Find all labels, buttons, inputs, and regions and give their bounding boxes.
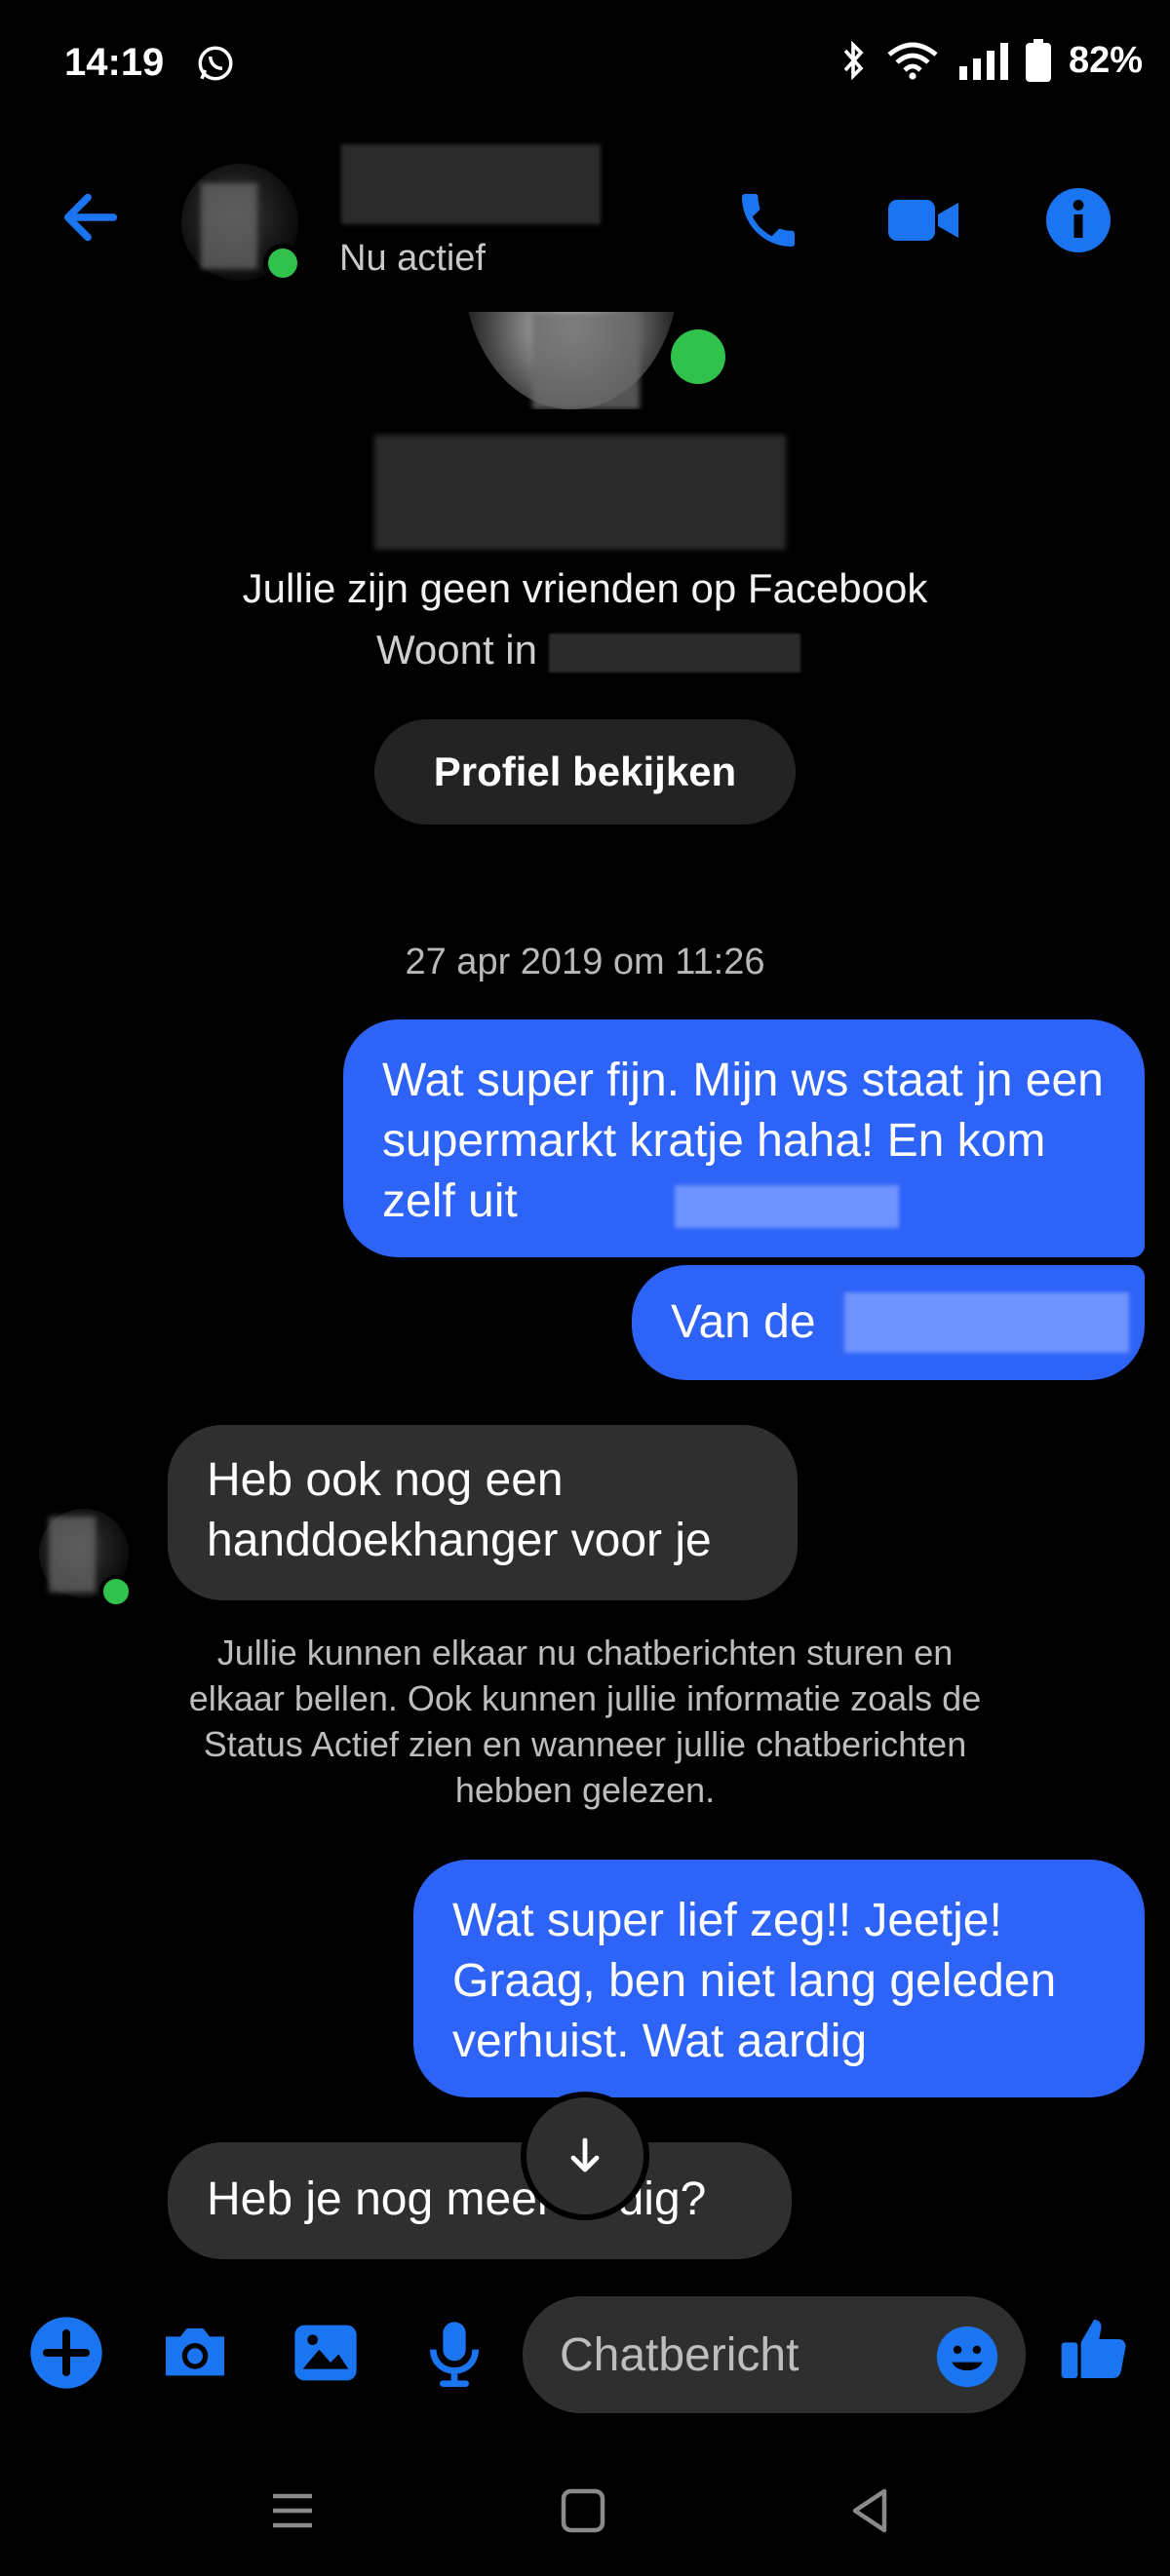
contact-avatar[interactable] [181,164,302,283]
home-icon[interactable] [554,2481,612,2540]
online-indicator-large [671,329,725,384]
message-bubble-received[interactable]: Heb je nog meer nodig? [168,2142,792,2259]
profile-name-redacted [374,435,786,550]
redacted-text [844,1292,1129,1353]
message-bubble-received[interactable]: Heb ook nog een handdoekhanger voor je [168,1425,798,1600]
thumbs-up-icon[interactable] [1055,2310,1133,2388]
phone-icon[interactable] [733,185,803,255]
lives-in-label: Woont in [376,627,537,673]
whatsapp-icon [198,46,233,81]
message-input-placeholder: Chatbericht [560,2328,800,2381]
lives-in: Woont in [376,627,800,673]
camera-icon[interactable] [156,2314,234,2392]
gallery-icon[interactable] [287,2314,365,2392]
plus-icon[interactable] [27,2314,105,2392]
arrow-down-icon [570,2137,600,2172]
info-icon[interactable] [1043,185,1113,255]
message-bubble-sent[interactable]: Wat super lief zeg!! Jeetje! Graag, ben … [413,1860,1145,2097]
online-indicator-small [99,1575,133,1608]
view-profile-button[interactable]: Profiel bekijken [374,719,796,825]
back-nav-icon[interactable] [840,2481,899,2540]
wifi-icon [887,42,938,80]
signal-icon [958,43,1008,80]
system-notice: Jullie kunnen elkaar nu chatberichten st… [188,1633,982,1810]
emoji-icon[interactable] [934,2324,1000,2390]
battery-icon [1025,39,1051,82]
lives-in-redacted [549,634,800,673]
friends-status: Jullie zijn geen vrienden op Facebook [242,565,928,611]
redacted-text [675,1185,899,1228]
battery-level: 82% [1068,39,1143,81]
status-time: 14:19 [64,41,165,84]
scroll-to-bottom-button[interactable] [526,2097,644,2214]
bluetooth-icon [843,41,864,80]
online-indicator [263,244,302,283]
conversation-date: 27 apr 2019 om 11:26 [405,942,765,982]
video-icon[interactable] [883,185,963,255]
active-status: Nu actief [339,238,486,279]
back-arrow-icon[interactable] [57,183,125,251]
status-icons: 82% [838,39,1143,82]
profile-avatar [435,312,708,409]
mic-icon[interactable] [415,2314,493,2392]
recent-apps-icon[interactable] [263,2481,322,2540]
contact-name-redacted [341,144,601,224]
